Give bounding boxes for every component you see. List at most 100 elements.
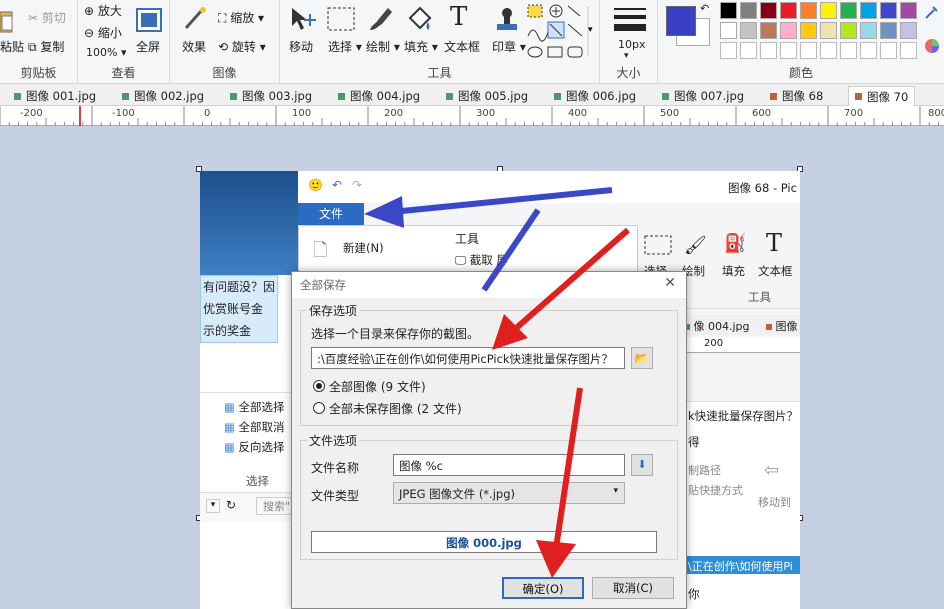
draw-label: 绘制	[366, 40, 391, 54]
eyedropper-icon[interactable]	[924, 4, 940, 20]
zoom-select[interactable]: 100% ▾	[86, 46, 126, 59]
save-options-legend: 保存选项	[307, 302, 360, 319]
browse-folder-button[interactable]: 📂	[631, 347, 653, 369]
shapes-gallery-icon[interactable]: ▾	[526, 2, 596, 60]
color-wheel-icon[interactable]	[924, 38, 940, 54]
file-options-fieldset: 文件选项 文件名称 图像 %c ⬇ 文件类型 JPEG 图像文件 (*.jpg)…	[300, 432, 678, 560]
color-swatch[interactable]	[860, 2, 877, 19]
tab-image-70[interactable]: 图像 70	[848, 86, 916, 106]
unsaved-images-label[interactable]: 全部未保存图像 (2 文件)	[329, 400, 462, 417]
color-swatch[interactable]	[840, 2, 857, 19]
zoom-in-button[interactable]: ⊕ 放大	[84, 2, 122, 19]
tab-dot	[446, 92, 453, 100]
image-canvas[interactable]: 有问题没？因 优赏账号金 示的奖金 ▦ 全部选择 ▦ 全部取消 ▦ 反向选择 选…	[200, 171, 800, 609]
tab-image-005[interactable]: 图像 005.jpg	[446, 86, 528, 106]
tab-image-002[interactable]: 图像 002.jpg	[122, 86, 204, 106]
custom-color-swatch[interactable]	[760, 42, 777, 59]
size-dropdown-icon[interactable]: ▾	[624, 51, 629, 61]
zoom-out-button[interactable]: ⊖ 缩小	[84, 24, 122, 41]
line-size-icon[interactable]	[614, 6, 646, 34]
cut-button[interactable]: ✂ 剪切	[28, 9, 66, 26]
capture-item: 🖵 截取 屏	[455, 253, 508, 267]
paste-button[interactable]: 粘贴	[0, 38, 24, 55]
color-swatch[interactable]	[880, 22, 897, 39]
fullscreen-icon[interactable]	[136, 8, 162, 32]
filename-dropdown-button[interactable]: ⬇	[631, 454, 653, 476]
filename-input[interactable]: 图像 %c	[393, 454, 625, 476]
draw-button[interactable]: 绘制 ▾	[366, 38, 400, 55]
tab-image-003[interactable]: 图像 003.jpg	[230, 86, 312, 106]
tab-image-006[interactable]: 图像 006.jpg	[554, 86, 636, 106]
copy-button[interactable]: ⧉ 复制	[28, 38, 64, 55]
swap-colors-icon[interactable]: ↶	[700, 2, 709, 15]
tab-image-001[interactable]: 图像 001.jpg	[14, 86, 96, 106]
copy-label: 复制	[40, 40, 65, 54]
all-images-label[interactable]: 全部图像 (9 文件)	[329, 378, 426, 395]
filetype-select[interactable]: JPEG 图像文件 (*.jpg) ▾	[393, 482, 625, 504]
color-swatch[interactable]	[840, 22, 857, 39]
tab-image-007[interactable]: 图像 007.jpg	[662, 86, 744, 106]
clipboard-group-label: 剪贴板	[20, 66, 57, 80]
color-swatch[interactable]	[800, 22, 817, 39]
bg-tools-label: 工具	[748, 290, 771, 304]
color-swatch[interactable]	[900, 22, 917, 39]
custom-color-swatch[interactable]	[780, 42, 797, 59]
color-swatch[interactable]	[720, 22, 737, 39]
move-button[interactable]: 移动	[289, 38, 313, 55]
bg-ruler: 200	[684, 337, 800, 353]
save-path-input[interactable]: :\百度经验\正在创作\如何使用PicPick快速批量保存图片？	[311, 347, 625, 369]
custom-color-swatch[interactable]	[900, 42, 917, 59]
textbox-icon[interactable]: T	[450, 2, 467, 32]
custom-color-swatch[interactable]	[800, 42, 817, 59]
rotate-button[interactable]: ⟲ 旋转 ▾	[218, 38, 266, 55]
fullscreen-button[interactable]: 全屏	[136, 38, 160, 55]
select-all-label: 全部选择	[238, 400, 285, 414]
primary-color-front[interactable]	[666, 6, 696, 36]
all-images-radio[interactable]	[313, 380, 325, 392]
fill-icon[interactable]	[404, 6, 432, 34]
size-value[interactable]: 10px	[618, 38, 646, 51]
scale-button[interactable]: ⛶ 缩放 ▾	[218, 9, 264, 26]
custom-color-swatch[interactable]	[860, 42, 877, 59]
tab-image-68[interactable]: 图像 68	[770, 86, 823, 106]
effects-icon[interactable]	[182, 6, 208, 32]
move-icon[interactable]	[288, 6, 316, 34]
color-swatch[interactable]	[860, 22, 877, 39]
color-swatch[interactable]	[780, 22, 797, 39]
unsaved-images-radio[interactable]	[313, 402, 325, 414]
color-swatch[interactable]	[880, 2, 897, 19]
custom-color-swatch[interactable]	[840, 42, 857, 59]
color-swatch[interactable]	[740, 22, 757, 39]
stamp-button[interactable]: 印章 ▾	[492, 38, 526, 55]
horizontal-ruler: -200 -100 0 100 200 300 400 500 600 700 …	[0, 106, 944, 126]
textbox-button[interactable]: 文本框	[444, 38, 480, 55]
color-swatch[interactable]	[900, 2, 917, 19]
color-swatch[interactable]	[780, 2, 797, 19]
fill-button[interactable]: 填充 ▾	[404, 38, 438, 55]
color-swatch[interactable]	[820, 2, 837, 19]
color-swatch[interactable]	[760, 22, 777, 39]
ruler-label: 0	[204, 108, 211, 119]
color-swatch[interactable]	[760, 2, 777, 19]
draw-icon[interactable]	[366, 6, 394, 34]
custom-color-swatch[interactable]	[880, 42, 897, 59]
select-button[interactable]: 选择 ▾	[328, 38, 362, 55]
size-group: 10px ▾ 大小	[600, 0, 658, 84]
ok-button[interactable]: 确定(O)	[502, 577, 584, 599]
bg-left-header	[200, 171, 300, 275]
color-swatch[interactable]	[800, 2, 817, 19]
bg-move-icon: ⇦	[764, 460, 780, 481]
custom-color-swatch[interactable]	[720, 42, 737, 59]
paste-icon[interactable]	[0, 10, 14, 34]
close-icon[interactable]: ✕	[664, 275, 676, 291]
select-icon[interactable]	[326, 6, 356, 34]
custom-color-swatch[interactable]	[820, 42, 837, 59]
custom-color-swatch[interactable]	[740, 42, 757, 59]
color-swatch[interactable]	[820, 22, 837, 39]
cancel-button[interactable]: 取消(C)	[592, 577, 674, 599]
tab-image-004[interactable]: 图像 004.jpg	[338, 86, 420, 106]
color-swatch[interactable]	[740, 2, 757, 19]
stamp-icon[interactable]	[494, 6, 520, 34]
effects-button[interactable]: 效果	[182, 38, 206, 55]
color-swatch[interactable]	[720, 2, 737, 19]
